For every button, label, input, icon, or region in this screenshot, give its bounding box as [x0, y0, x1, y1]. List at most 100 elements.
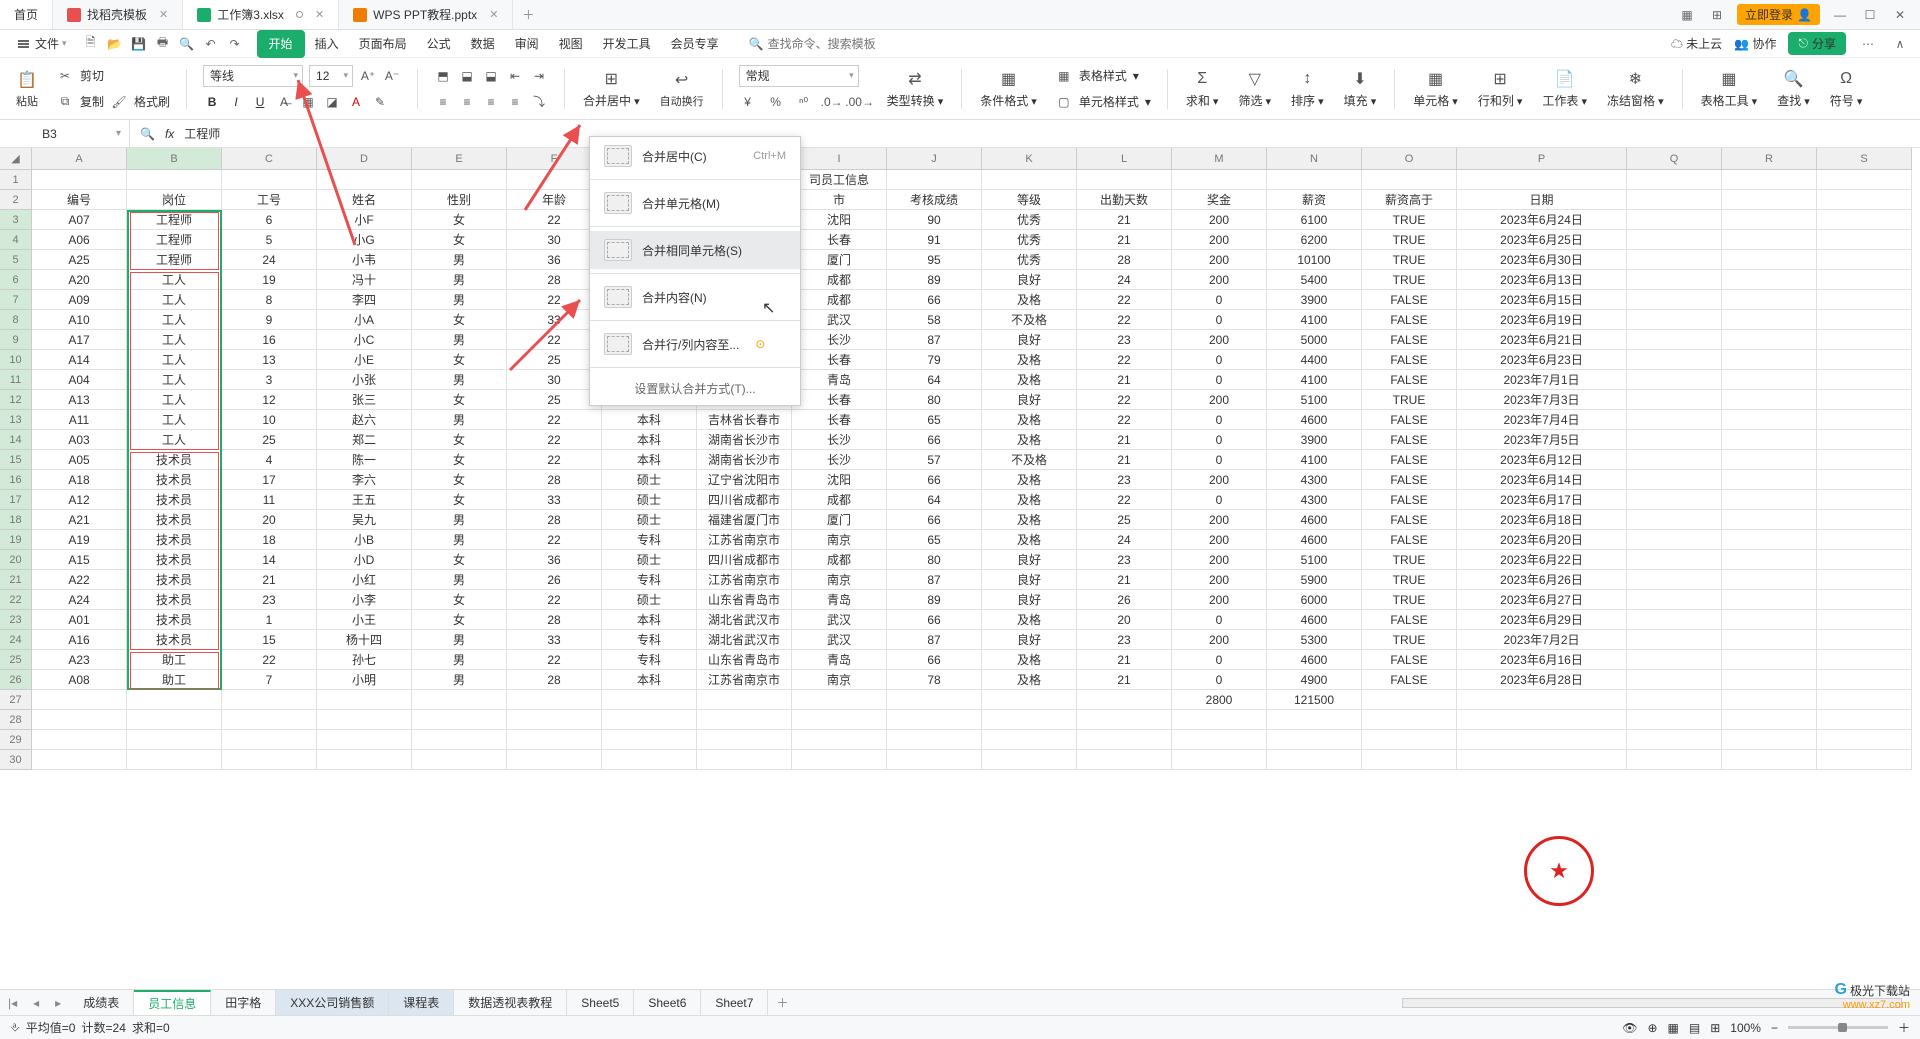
cell[interactable]: A21	[32, 510, 127, 530]
cell[interactable]: 2023年6月26日	[1457, 570, 1627, 590]
cell[interactable]: 21	[1077, 210, 1172, 230]
cell[interactable]: 福建省厦门市	[697, 510, 792, 530]
number-format-select[interactable]: 常规	[739, 65, 859, 87]
cell[interactable]: 优秀	[982, 210, 1077, 230]
eye-icon[interactable]: 👁	[1622, 1021, 1637, 1035]
cell[interactable]: 张三	[317, 390, 412, 410]
cell[interactable]	[982, 690, 1077, 710]
row-header[interactable]: 13	[0, 410, 32, 430]
zoom-slider[interactable]	[1788, 1026, 1888, 1029]
cell[interactable]: 6200	[1267, 230, 1362, 250]
cell[interactable]: 22	[507, 450, 602, 470]
share-button[interactable]: ⎋ 分享	[1788, 32, 1846, 55]
menu-tab[interactable]: 页面布局	[349, 30, 417, 58]
cell[interactable]	[412, 710, 507, 730]
sheet-tab[interactable]: Sheet5	[567, 990, 634, 1015]
cell[interactable]: 89	[887, 590, 982, 610]
find-button[interactable]: 🔍查找 ▾	[1771, 63, 1816, 115]
cell[interactable]: 0	[1172, 370, 1267, 390]
cell[interactable]	[1077, 710, 1172, 730]
sheet-tab[interactable]: 成绩表	[69, 990, 134, 1015]
cell[interactable]: 26	[1077, 590, 1172, 610]
grid-icon[interactable]: ▦	[1677, 5, 1697, 25]
cell[interactable]: 男	[412, 510, 507, 530]
cell[interactable]	[1817, 690, 1912, 710]
cell[interactable]: 孙七	[317, 650, 412, 670]
cell[interactable]: 14	[222, 550, 317, 570]
cell[interactable]: 87	[887, 630, 982, 650]
cell[interactable]	[982, 710, 1077, 730]
cell[interactable]: 33	[507, 630, 602, 650]
cell[interactable]: 厦门	[792, 510, 887, 530]
copy-icon[interactable]: ⧉	[56, 93, 74, 111]
cell[interactable]: 小李	[317, 590, 412, 610]
cell[interactable]: 及格	[982, 510, 1077, 530]
cell[interactable]: 四川省成都市	[697, 490, 792, 510]
cell[interactable]	[1077, 690, 1172, 710]
sheet-prev-icon[interactable]: ◂	[25, 996, 47, 1010]
cell[interactable]	[32, 710, 127, 730]
cell[interactable]	[887, 730, 982, 750]
cell[interactable]	[1627, 430, 1722, 450]
sheet-tab[interactable]: XXX公司销售额	[276, 990, 389, 1015]
cell[interactable]: 22	[507, 410, 602, 430]
cell[interactable]: 良好	[982, 630, 1077, 650]
undo-icon[interactable]: ↶	[203, 36, 219, 52]
cell[interactable]: 2023年6月20日	[1457, 530, 1627, 550]
cell[interactable]	[1817, 390, 1912, 410]
currency-icon[interactable]: ¥	[739, 93, 757, 111]
cell[interactable]	[1722, 390, 1817, 410]
cell[interactable]: 山东省青岛市	[697, 650, 792, 670]
cell[interactable]: 武汉	[792, 630, 887, 650]
align-right-icon[interactable]: ≡	[482, 93, 500, 111]
row-header[interactable]: 24	[0, 630, 32, 650]
row-header[interactable]: 20	[0, 550, 32, 570]
cell[interactable]: 沈阳	[792, 210, 887, 230]
cell[interactable]	[1722, 490, 1817, 510]
cell[interactable]	[1817, 330, 1912, 350]
cell[interactable]	[1722, 570, 1817, 590]
wrap-button[interactable]: ↩自动换行	[654, 63, 710, 115]
cell[interactable]: 考核成绩	[887, 190, 982, 210]
print-icon[interactable]: 🖶	[155, 36, 171, 52]
fx-icon[interactable]: fx	[165, 127, 174, 141]
cell[interactable]: 2023年7月5日	[1457, 430, 1627, 450]
cell[interactable]: 江苏省南京市	[697, 670, 792, 690]
cell[interactable]	[317, 170, 412, 190]
col-header[interactable]: I	[792, 148, 887, 170]
cell[interactable]: 2023年6月24日	[1457, 210, 1627, 230]
cell[interactable]: A08	[32, 670, 127, 690]
cell[interactable]: 良好	[982, 390, 1077, 410]
break-view-icon[interactable]: ⊞	[1710, 1021, 1720, 1035]
cell[interactable]: 不及格	[982, 450, 1077, 470]
cell[interactable]: 87	[887, 570, 982, 590]
cell[interactable]: 硕士	[602, 470, 697, 490]
percent-icon[interactable]: %	[767, 93, 785, 111]
row-header[interactable]: 12	[0, 390, 32, 410]
cell[interactable]: 18	[222, 530, 317, 550]
row-header[interactable]: 30	[0, 750, 32, 770]
row-header[interactable]: 21	[0, 570, 32, 590]
cell[interactable]: 湖北省武汉市	[697, 630, 792, 650]
table-tool-button[interactable]: ▦表格工具 ▾	[1695, 63, 1764, 115]
cell[interactable]: 沈阳	[792, 470, 887, 490]
cell[interactable]: A06	[32, 230, 127, 250]
cell[interactable]: 小F	[317, 210, 412, 230]
col-header[interactable]: C	[222, 148, 317, 170]
cell[interactable]: 4100	[1267, 310, 1362, 330]
cell[interactable]: 1	[222, 610, 317, 630]
cell[interactable]: 男	[412, 650, 507, 670]
cell[interactable]: 男	[412, 370, 507, 390]
merge-button[interactable]: ⊞合并居中 ▾	[577, 63, 646, 115]
bold-icon[interactable]: B	[203, 93, 221, 111]
comma-icon[interactable]: ⁿ⁰	[795, 93, 813, 111]
cell[interactable]: 女	[412, 590, 507, 610]
cell[interactable]: 及格	[982, 530, 1077, 550]
cell[interactable]: 5900	[1267, 570, 1362, 590]
cell[interactable]: 0	[1172, 490, 1267, 510]
fill-color-icon[interactable]: ◪	[323, 93, 341, 111]
add-tab-button[interactable]: ＋	[513, 0, 543, 29]
cell[interactable]	[1817, 430, 1912, 450]
cell[interactable]: 奖金	[1172, 190, 1267, 210]
cell[interactable]	[127, 730, 222, 750]
